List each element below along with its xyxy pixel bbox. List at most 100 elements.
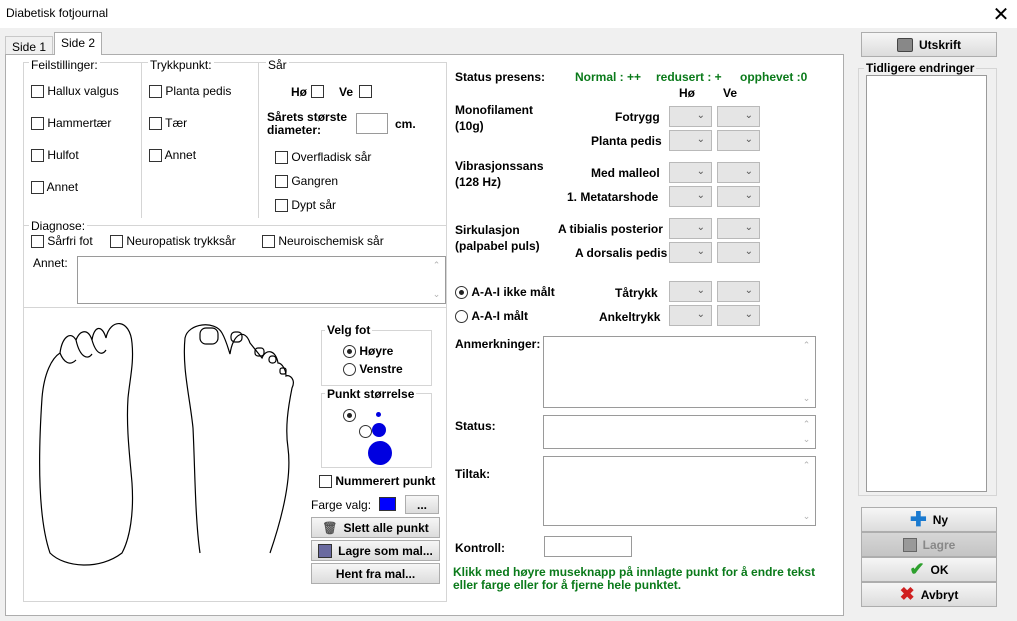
diagnose-title: Diagnose: [29, 219, 88, 233]
checkbox-nummerert[interactable]: Nummerert punkt [319, 474, 435, 489]
feet-diagram[interactable] [30, 318, 300, 568]
dropdown-tibialis-ho[interactable]: ⌄ [669, 218, 712, 239]
dropdown-dorsalis-ve[interactable]: ⌄ [717, 242, 760, 263]
scroll-down-icon[interactable]: ⌄ [799, 393, 814, 404]
sar-ve-label: Ve [339, 85, 354, 99]
status-textarea[interactable]: ⌃ ⌄ [543, 415, 816, 449]
checkmark-icon: ✔ [909, 559, 925, 579]
color-picker-button[interactable]: ... [405, 495, 439, 514]
checkbox-taer[interactable]: Tær [149, 116, 187, 131]
row-tatrykk: Tåtrykk [615, 286, 658, 300]
save-icon [902, 537, 917, 552]
sirkulasjon-label: Sirkulasjon (palpabel puls) [455, 223, 540, 253]
toe-line [91, 339, 107, 354]
radio-aai-ikke-malt[interactable]: A-A-I ikke målt [455, 285, 555, 300]
lagre-som-mal-button[interactable]: Lagre som mal... [311, 540, 440, 561]
dropdown-malleol-ve[interactable]: ⌄ [717, 162, 760, 183]
dot-large [368, 441, 392, 465]
dropdown-fotrygg-ve[interactable]: ⌄ [717, 106, 760, 127]
anmerkninger-label: Anmerkninger: [455, 337, 541, 351]
checkbox-sar-ho[interactable] [311, 85, 324, 98]
save-icon [318, 543, 333, 558]
scroll-up-icon[interactable]: ⌃ [799, 460, 814, 471]
checkbox-gangren[interactable]: Gangren [275, 174, 338, 189]
kontroll-input[interactable] [544, 536, 632, 557]
tidligere-list[interactable] [866, 75, 987, 492]
radio-venstre[interactable]: Venstre [343, 362, 403, 377]
sar-diameter-input[interactable] [356, 113, 388, 134]
chevron-down-icon: ⌄ [744, 285, 753, 296]
utskrift-button[interactable]: Utskrift [861, 32, 997, 57]
dropdown-tatrykk-ho[interactable]: ⌄ [669, 281, 712, 302]
printer-icon [896, 37, 913, 52]
checkbox-hallux-valgus[interactable]: Hallux valgus [31, 84, 119, 99]
sar-title: Sår [266, 58, 289, 72]
checkbox-dypt-sar[interactable]: Dypt sår [275, 198, 336, 213]
scroll-down-icon[interactable]: ⌄ [799, 511, 814, 522]
dropdown-planta-ho[interactable]: ⌄ [669, 130, 712, 151]
scroll-up-icon[interactable]: ⌃ [429, 260, 444, 271]
lagre-button[interactable]: Lagre [861, 532, 997, 557]
dropdown-fotrygg-ho[interactable]: ⌄ [669, 106, 712, 127]
tab-side-2[interactable]: Side 2 [54, 32, 103, 55]
sar-diameter-unit: cm. [395, 117, 416, 131]
toenail [199, 327, 219, 345]
scroll-up-icon[interactable]: ⌃ [799, 419, 814, 430]
dropdown-metatars-ve[interactable]: ⌄ [717, 186, 760, 207]
ny-button[interactable]: ✚ Ny [861, 507, 997, 532]
dropdown-ankeltrykk-ve[interactable]: ⌄ [717, 305, 760, 326]
divider [141, 62, 142, 218]
checkbox-hammertaer[interactable]: Hammertær [31, 116, 111, 131]
vibrasjon-label: Vibrasjonssans (128 Hz) [455, 159, 544, 189]
chevron-down-icon: ⌄ [744, 309, 753, 320]
tiltak-textarea[interactable]: ⌃ ⌄ [543, 456, 816, 526]
scroll-down-icon[interactable]: ⌄ [429, 289, 444, 300]
dropdown-planta-ve[interactable]: ⌄ [717, 130, 760, 151]
dropdown-ankeltrykk-ho[interactable]: ⌄ [669, 305, 712, 326]
avbryt-button[interactable]: ✖ Avbryt [861, 582, 997, 607]
scroll-down-icon[interactable]: ⌄ [799, 434, 814, 445]
col-ho: Hø [679, 86, 695, 100]
radio-aai-malt[interactable]: A-A-I målt [455, 309, 528, 324]
checkbox-sar-ve[interactable] [359, 85, 372, 98]
dropdown-malleol-ho[interactable]: ⌄ [669, 162, 712, 183]
legend-normal: Normal : ++ [575, 70, 642, 84]
plus-icon: ✚ [909, 508, 927, 531]
row-tibialis: A tibialis posterior [558, 222, 663, 236]
diagnose-annet-textarea[interactable]: ⌃ ⌄ [77, 256, 446, 304]
checkbox-annet-trykk[interactable]: Annet [149, 148, 196, 163]
trykkpunkt-title: Trykkpunkt: [148, 58, 214, 72]
slett-alle-button[interactable]: 🗑 Slett alle punkt [311, 517, 440, 538]
chevron-down-icon: ⌄ [696, 110, 705, 121]
dropdown-dorsalis-ho[interactable]: ⌄ [669, 242, 712, 263]
row-ankeltrykk: Ankeltrykk [599, 310, 661, 324]
farge-label: Farge valg: [311, 498, 372, 512]
checkbox-neuroischemisk[interactable]: Neuroischemisk sår [262, 234, 384, 249]
tab-side-1[interactable]: Side 1 [5, 36, 54, 56]
close-icon[interactable]: ✕ [990, 2, 1012, 27]
checkbox-planta-pedis[interactable]: Planta pedis [149, 84, 231, 99]
checkbox-annet-feil[interactable]: Annet [31, 180, 78, 195]
chevron-down-icon: ⌄ [696, 309, 705, 320]
scroll-up-icon[interactable]: ⌃ [799, 340, 814, 351]
ok-button[interactable]: ✔ OK [861, 557, 997, 582]
dropdown-metatars-ho[interactable]: ⌄ [669, 186, 712, 207]
checkbox-neuropatisk[interactable]: Neuropatisk trykksår [110, 234, 236, 249]
kontroll-label: Kontroll: [455, 541, 505, 555]
dot-small [376, 412, 381, 417]
dropdown-tatrykk-ve[interactable]: ⌄ [717, 281, 760, 302]
hent-fra-mal-button[interactable]: Hent fra mal... [311, 563, 440, 584]
chevron-down-icon: ⌄ [696, 134, 705, 145]
color-swatch[interactable] [379, 497, 396, 511]
chevron-down-icon: ⌄ [744, 246, 753, 257]
checkbox-hulfot[interactable]: Hulfot [31, 148, 79, 163]
x-mark-icon: ✖ [899, 584, 915, 604]
checkbox-sarfri-fot[interactable]: Sårfri fot [31, 234, 93, 249]
anmerkninger-textarea[interactable]: ⌃ ⌄ [543, 336, 816, 408]
feilstillinger-title: Feilstillinger: [29, 58, 100, 72]
radio-hoyre[interactable]: Høyre [343, 344, 393, 359]
diagnose-annet-label: Annet: [33, 256, 68, 270]
dropdown-tibialis-ve[interactable]: ⌄ [717, 218, 760, 239]
chevron-down-icon: ⌄ [696, 166, 705, 177]
checkbox-overfladisk-sar[interactable]: Overfladisk sår [275, 150, 371, 165]
